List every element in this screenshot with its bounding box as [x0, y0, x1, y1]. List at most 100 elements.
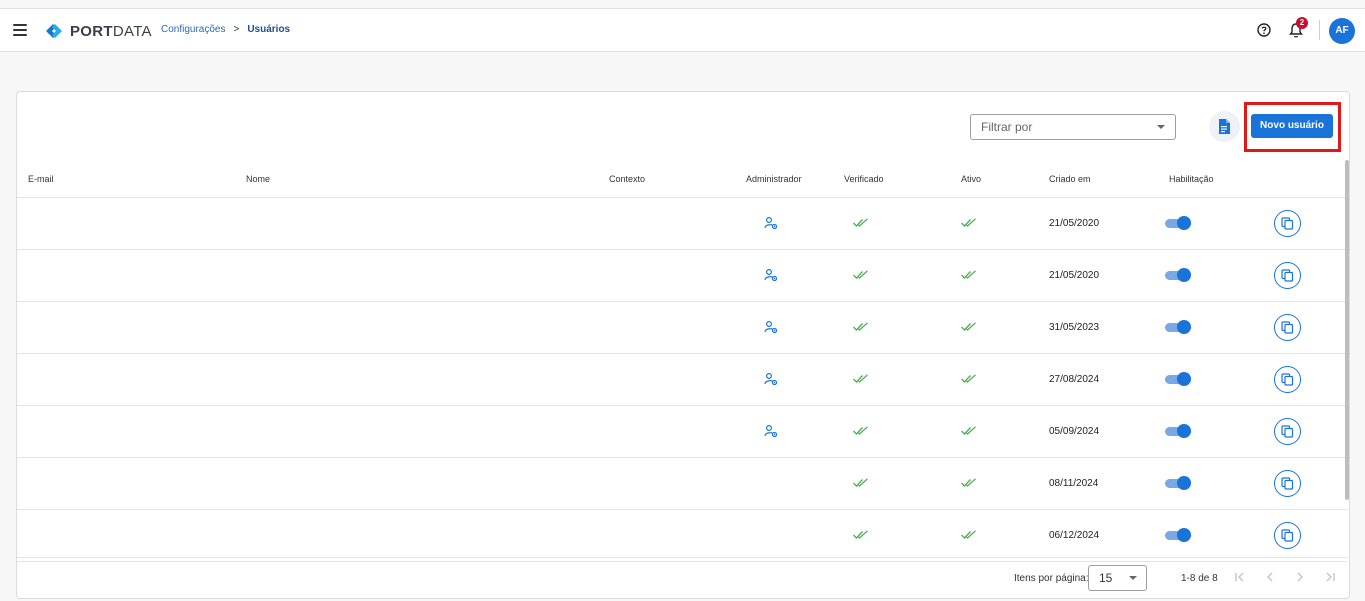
vertical-scrollbar[interactable] [1345, 160, 1349, 500]
column-nome[interactable]: Nome [246, 174, 270, 184]
portdata-logo[interactable]: PORTDATA [44, 21, 152, 41]
copy-icon [1281, 425, 1294, 438]
breadcrumb-usuarios: Usuários [247, 24, 291, 35]
copy-user-button[interactable] [1274, 262, 1301, 289]
verified-check-icon [853, 270, 868, 279]
column-administrador[interactable]: Administrador [746, 174, 802, 184]
help-icon[interactable] [1257, 23, 1271, 37]
copy-user-button[interactable] [1274, 366, 1301, 393]
copy-user-button[interactable] [1274, 522, 1301, 549]
logo-mark-icon [46, 24, 62, 38]
toggle-knob [1177, 476, 1191, 490]
top-bar: PORTDATA Configurações > Usuários 2 AF [0, 8, 1365, 52]
active-check-icon [961, 426, 976, 435]
admin-user-gear-icon [764, 372, 778, 386]
notifications-bell-icon[interactable]: 2 [1288, 17, 1308, 39]
toggle-knob [1177, 424, 1191, 438]
breadcrumb-separator: > [233, 24, 240, 35]
active-check-icon [961, 478, 976, 487]
active-check-icon [961, 218, 976, 227]
column-verificado[interactable]: Verificado [844, 174, 884, 184]
page-range: 1-8 de 8 [1181, 573, 1218, 584]
next-page-icon[interactable] [1293, 570, 1307, 584]
toggle-knob [1177, 268, 1191, 282]
copy-icon [1281, 373, 1294, 386]
active-check-icon [961, 530, 976, 539]
first-page-icon[interactable] [1233, 570, 1247, 584]
copy-user-button[interactable] [1274, 314, 1301, 341]
chevron-down-icon [1157, 125, 1165, 129]
copy-user-button[interactable] [1274, 470, 1301, 497]
items-per-page-label: Itens por página: [1014, 573, 1089, 584]
hamburger-menu-icon[interactable] [13, 24, 27, 36]
table-row[interactable]: 05/09/2024 [17, 406, 1347, 458]
brand-main: PORT [70, 22, 113, 40]
previous-page-icon[interactable] [1263, 570, 1277, 584]
filter-select[interactable]: Filtrar por [970, 114, 1176, 140]
verified-check-icon [853, 374, 868, 383]
brand-name: PORTDATA [70, 23, 152, 40]
items-per-page-select[interactable]: 15 [1088, 565, 1147, 591]
column-contexto[interactable]: Contexto [609, 174, 645, 184]
breadcrumb: Configurações > Usuários [161, 24, 290, 35]
enable-toggle[interactable] [1165, 372, 1193, 386]
verified-check-icon [853, 322, 868, 331]
column-criado-em[interactable]: Criado em [1049, 174, 1091, 184]
created-date: 27/08/2024 [1049, 374, 1100, 385]
active-check-icon [961, 322, 976, 331]
breadcrumb-configuracoes[interactable]: Configurações [161, 24, 225, 35]
created-date: 31/05/2023 [1049, 322, 1100, 333]
admin-user-gear-icon [764, 424, 778, 438]
new-user-button[interactable]: Novo usuário [1251, 114, 1333, 138]
copy-user-button[interactable] [1274, 418, 1301, 445]
column-email[interactable]: E-mail [28, 174, 54, 184]
toggle-knob [1177, 528, 1191, 542]
verified-check-icon [853, 530, 868, 539]
enable-toggle[interactable] [1165, 528, 1193, 542]
table-row[interactable]: 27/08/2024 [17, 354, 1347, 406]
user-avatar[interactable]: AF [1329, 18, 1355, 44]
table-row[interactable]: 21/05/2020 [17, 250, 1347, 302]
copy-icon [1281, 477, 1294, 490]
last-page-icon[interactable] [1323, 570, 1337, 584]
notification-badge: 2 [1296, 17, 1308, 29]
toggle-knob [1177, 216, 1191, 230]
chevron-down-icon [1129, 576, 1137, 580]
table-row[interactable]: 06/12/2024 [17, 510, 1347, 562]
column-habilitacao[interactable]: Habilitação [1169, 174, 1214, 184]
copy-user-button[interactable] [1274, 210, 1301, 237]
active-check-icon [961, 374, 976, 383]
column-ativo[interactable]: Ativo [961, 174, 981, 184]
header-divider [1319, 20, 1320, 40]
copy-icon [1281, 529, 1294, 542]
table-row[interactable]: 21/05/2020 [17, 198, 1347, 250]
items-per-page-value: 15 [1099, 571, 1113, 585]
table-row[interactable]: 31/05/2023 [17, 302, 1347, 354]
admin-user-gear-icon [764, 216, 778, 230]
admin-user-gear-icon [764, 268, 778, 282]
enable-toggle[interactable] [1165, 216, 1193, 230]
verified-check-icon [853, 218, 868, 227]
brand-sub: DATA [112, 22, 152, 40]
table-row[interactable]: 08/11/2024 [17, 458, 1347, 510]
admin-user-gear-icon [764, 320, 778, 334]
verified-check-icon [853, 426, 868, 435]
created-date: 06/12/2024 [1049, 530, 1100, 541]
toggle-knob [1177, 320, 1191, 334]
table-header: E-mail Nome Contexto Administrador Verif… [17, 168, 1347, 198]
created-date: 08/11/2024 [1049, 478, 1099, 489]
created-date: 05/09/2024 [1049, 426, 1100, 437]
filter-placeholder: Filtrar por [981, 120, 1033, 134]
active-check-icon [961, 270, 976, 279]
export-document-button[interactable] [1209, 111, 1240, 142]
enable-toggle[interactable] [1165, 476, 1193, 490]
enable-toggle[interactable] [1165, 424, 1193, 438]
enable-toggle[interactable] [1165, 320, 1193, 334]
pagination-bar: Itens por página: 15 1-8 de 8 [17, 557, 1347, 597]
toggle-knob [1177, 372, 1191, 386]
document-icon [1219, 119, 1230, 134]
users-card: Filtrar por Novo usuário E-mail Nome Con… [16, 91, 1350, 599]
verified-check-icon [853, 478, 868, 487]
copy-icon [1281, 217, 1294, 230]
enable-toggle[interactable] [1165, 268, 1193, 282]
